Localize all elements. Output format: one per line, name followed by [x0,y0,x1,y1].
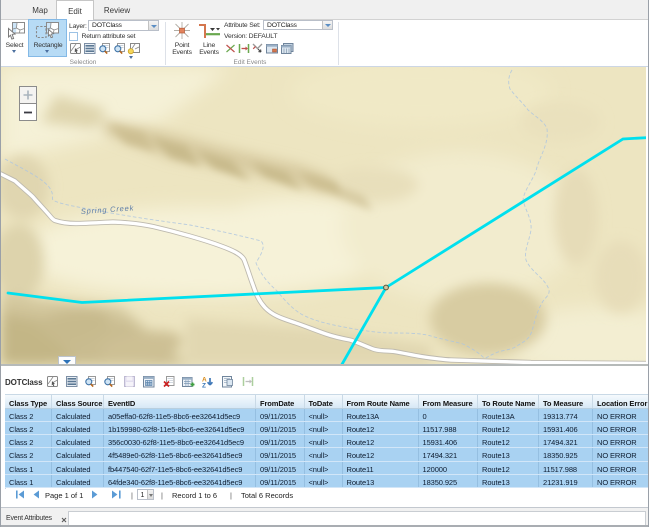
svg-text:Z: Z [202,383,206,389]
